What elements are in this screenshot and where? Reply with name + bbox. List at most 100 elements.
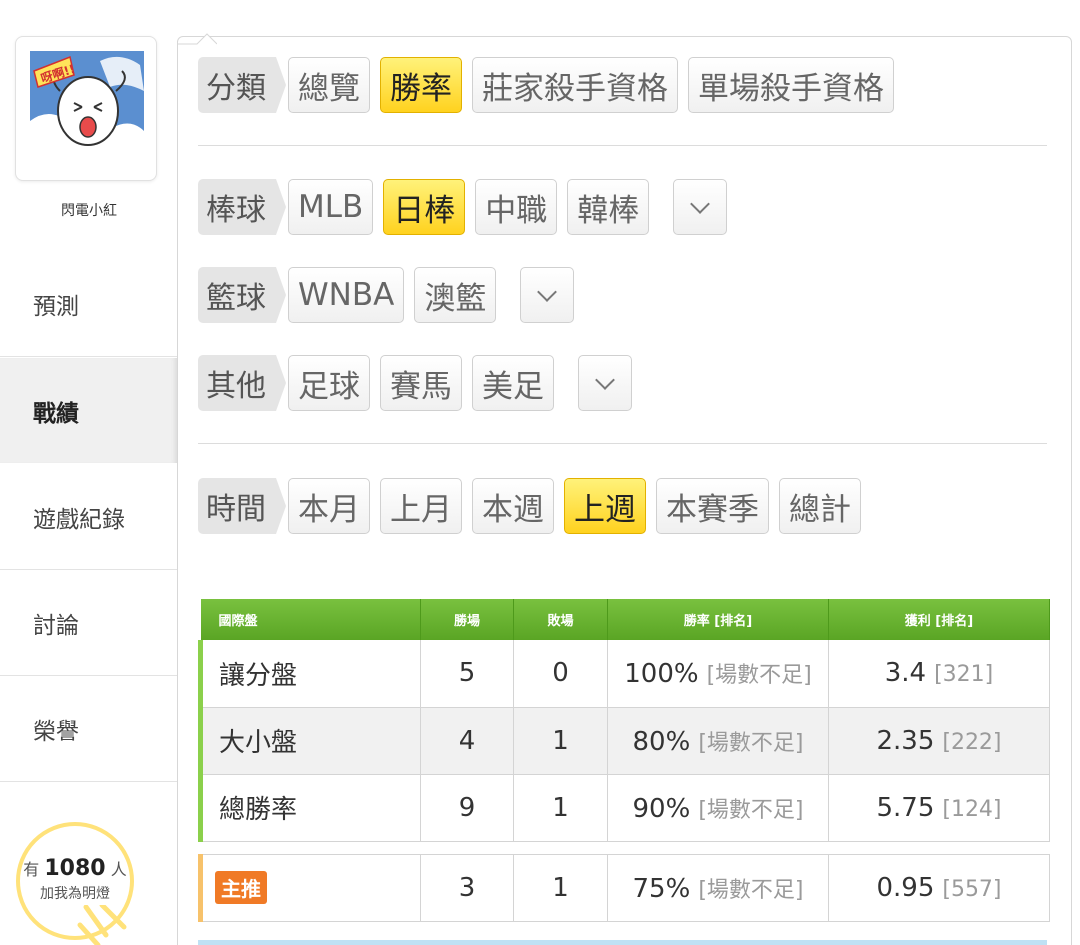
win-rate-cell: 75% [場數不足] <box>607 853 829 922</box>
profit-cell: 3.4 [321] <box>828 640 1050 708</box>
chip-banker-killer[interactable]: 莊家殺手資格 <box>472 57 678 113</box>
filter-label-baseball: 棒球 <box>198 179 286 235</box>
win-rate-rank: [場數不足] <box>706 663 812 689</box>
next-section-edge <box>198 940 1047 945</box>
chip-nbl[interactable]: 澳籃 <box>414 267 497 323</box>
profit: 3.4 <box>884 658 927 689</box>
chip-soccer[interactable]: 足球 <box>288 355 370 411</box>
fans-prefix: 有 <box>23 860 40 879</box>
win-rate-rank: [場數不足] <box>698 730 804 756</box>
nav-item-honor[interactable]: 榮譽 <box>0 677 178 782</box>
chip-this-season[interactable]: 本賽季 <box>656 478 769 534</box>
other-more-dropdown[interactable] <box>578 355 632 411</box>
chip-american-football[interactable]: 美足 <box>472 355 554 411</box>
table-spacer <box>200 841 1050 854</box>
follow-label: 加我為明燈 <box>40 886 110 902</box>
win-rate: 90% <box>632 793 691 824</box>
chip-this-month[interactable]: 本月 <box>288 478 370 534</box>
nav-item-label: 討論 <box>33 613 79 639</box>
filter-row-time: 時間 本月 上月 本週 上週 本賽季 總計 <box>198 477 871 535</box>
losses-cell: 1 <box>513 853 608 922</box>
filter-row-baseball: 棒球 MLB 日棒 中職 韓棒 <box>198 178 737 236</box>
filter-label-other: 其他 <box>198 355 286 411</box>
table-row: 總勝率 9 1 90% [場數不足] 5.75 [124] <box>198 774 1050 842</box>
wins-cell: 4 <box>420 707 514 775</box>
recommend-badge: 主推 <box>215 871 267 904</box>
chip-single-killer[interactable]: 單場殺手資格 <box>688 57 894 113</box>
win-rate: 75% <box>632 873 691 904</box>
profit-rank: [321] <box>934 662 994 688</box>
filter-row-basketball: 籃球 WNBA 澳籃 <box>198 266 584 324</box>
win-rate-cell: 100% [場數不足] <box>607 640 829 708</box>
filter-label-time: 時間 <box>198 478 286 534</box>
table-row: 大小盤 4 1 80% [場數不足] 2.35 [222] <box>198 707 1050 775</box>
chip-last-month[interactable]: 上月 <box>380 478 462 534</box>
header-losses: 敗場 <box>513 599 608 640</box>
chip-wnba[interactable]: WNBA <box>288 267 405 323</box>
chip-last-week[interactable]: 上週 <box>564 478 646 534</box>
chip-overview[interactable]: 總覽 <box>288 57 370 113</box>
header-profit: 獲利 [排名] <box>828 599 1050 640</box>
divider <box>198 145 1047 146</box>
chip-cpbl[interactable]: 中職 <box>475 179 558 235</box>
losses-cell: 1 <box>513 707 608 775</box>
profit: 0.95 <box>876 872 935 903</box>
win-rate: 80% <box>632 726 691 757</box>
chip-total[interactable]: 總計 <box>779 478 861 534</box>
chevron-down-icon <box>595 370 615 390</box>
recommend-row: 主推 3 1 75% [場數不足] 0.95 [557] <box>198 853 1050 922</box>
profit-rank: [222] <box>942 729 1002 755</box>
divider <box>198 443 1047 444</box>
basketball-more-dropdown[interactable] <box>520 267 575 323</box>
avatar-sticker-image: 呀啊!! <box>30 51 144 167</box>
win-rate-cell: 80% [場數不足] <box>607 707 829 775</box>
fans-suffix: 人 <box>110 860 127 879</box>
nav-item-record[interactable]: 戰績 <box>0 358 178 463</box>
chevron-down-icon <box>690 194 711 214</box>
losses-cell: 1 <box>513 774 608 842</box>
record-table: 國際盤 勝場 敗場 勝率 [排名] 獲利 [排名] 讓分盤 5 0 100% [場… <box>198 599 1050 922</box>
nav-item-label: 榮譽 <box>33 719 79 745</box>
filter-row-other: 其他 足球 賽馬 美足 <box>198 354 642 412</box>
profit: 2.35 <box>876 725 935 756</box>
header-market: 國際盤 <box>200 599 421 640</box>
profit-rank: [124] <box>942 796 1002 822</box>
fans-count-line: 有 1080 人 <box>20 856 130 881</box>
win-rate-rank: [場數不足] <box>698 877 804 903</box>
wins-cell: 5 <box>420 640 514 708</box>
chip-win-rate[interactable]: 勝率 <box>380 57 462 113</box>
nav-item-game-log[interactable]: 遊戲紀錄 <box>0 465 178 570</box>
fans-count: 1080 <box>44 856 106 881</box>
table-row: 讓分盤 5 0 100% [場數不足] 3.4 [321] <box>198 640 1050 708</box>
chip-this-week[interactable]: 本週 <box>472 478 554 534</box>
chip-kbo[interactable]: 韓棒 <box>567 179 650 235</box>
profit: 5.75 <box>876 792 935 823</box>
filter-label-category: 分類 <box>198 57 286 113</box>
wins-cell: 3 <box>420 853 514 922</box>
profit-cell: 2.35 [222] <box>828 707 1050 775</box>
chip-horse-racing[interactable]: 賽馬 <box>380 355 462 411</box>
losses-cell: 0 <box>513 640 608 708</box>
nav-item-label: 預測 <box>33 294 79 320</box>
table-header-row: 國際盤 勝場 敗場 勝率 [排名] 獲利 [排名] <box>200 599 1050 640</box>
nav-item-prediction[interactable]: 預測 <box>0 252 178 357</box>
avatar[interactable]: 呀啊!! <box>15 36 157 181</box>
profit-cell: 5.75 [124] <box>828 774 1050 842</box>
chip-mlb[interactable]: MLB <box>288 179 374 235</box>
panel-pointer-icon <box>177 33 217 45</box>
nav-item-discussion[interactable]: 討論 <box>0 571 178 676</box>
header-wins: 勝場 <box>420 599 514 640</box>
sidebar: 呀啊!! 閃電小紅 預測 戰績 遊戲紀錄 討論 榮譽 有 1080 人 加我為明… <box>0 0 178 945</box>
baseball-more-dropdown[interactable] <box>673 179 728 235</box>
chip-npb[interactable]: 日棒 <box>383 179 466 235</box>
filter-row-category: 分類 總覽 勝率 莊家殺手資格 單場殺手資格 <box>198 56 904 114</box>
win-rate-cell: 90% [場數不足] <box>607 774 829 842</box>
market-type: 大小盤 <box>198 707 421 775</box>
chevron-down-icon <box>537 282 558 302</box>
profit-cell: 0.95 [557] <box>828 853 1050 922</box>
lamp-rays-icon <box>77 905 127 945</box>
market-type: 總勝率 <box>198 774 421 842</box>
win-rate: 100% <box>624 659 699 690</box>
recommend-type-cell: 主推 <box>198 853 421 922</box>
nav-item-label: 戰績 <box>33 400 79 427</box>
